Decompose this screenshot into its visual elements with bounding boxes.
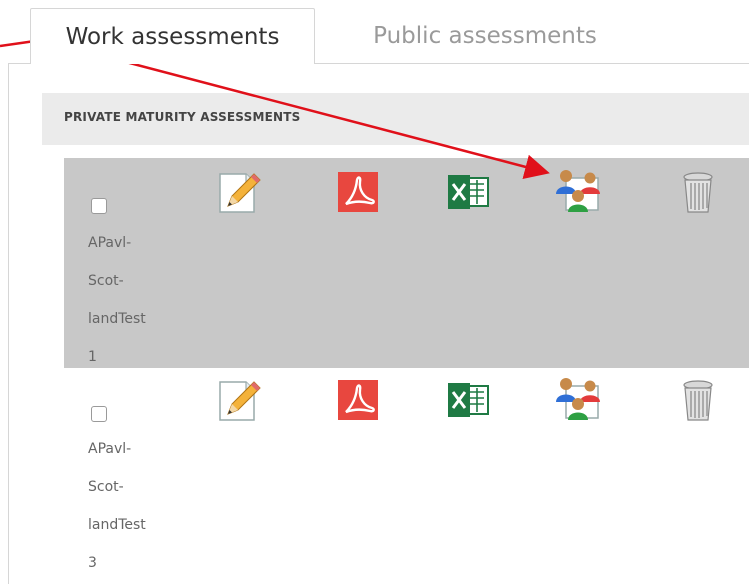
assessment-row[interactable]: APavl- Scot- landTest 3 <box>64 368 749 573</box>
row-label-line: Scot- <box>88 479 124 495</box>
trash-icon[interactable] <box>674 376 722 424</box>
edit-pencil-icon[interactable] <box>214 168 262 216</box>
row-label-line: landTest <box>88 517 146 533</box>
row-label-line: APavl- <box>88 441 132 457</box>
row-label: APavl- Scot- landTest 1 <box>88 224 178 376</box>
tab-bar: Work assessments Public assessments <box>0 0 749 64</box>
edit-pencil-icon[interactable] <box>214 376 262 424</box>
share-users-icon[interactable] <box>554 166 602 214</box>
tab-work-assessments[interactable]: Work assessments <box>30 8 315 64</box>
row-checkbox[interactable] <box>91 198 107 214</box>
share-users-icon[interactable] <box>554 374 602 422</box>
row-label-line: APavl- <box>88 235 132 251</box>
trash-icon[interactable] <box>674 168 722 216</box>
row-label-line: landTest <box>88 311 146 327</box>
tab-public-assessments[interactable]: Public assessments <box>320 8 650 64</box>
row-label-line: Scot- <box>88 273 124 289</box>
section-header: PRIVATE MATURITY ASSESSMENTS <box>42 93 749 145</box>
row-label-line: 3 <box>88 555 97 571</box>
row-checkbox[interactable] <box>91 406 107 422</box>
excel-icon[interactable] <box>444 376 492 424</box>
excel-icon[interactable] <box>444 168 492 216</box>
pdf-icon[interactable] <box>334 168 382 216</box>
row-label: APavl- Scot- landTest 3 <box>88 430 178 582</box>
pdf-icon[interactable] <box>334 376 382 424</box>
assessment-row[interactable]: APavl- Scot- landTest 1 <box>64 158 749 368</box>
